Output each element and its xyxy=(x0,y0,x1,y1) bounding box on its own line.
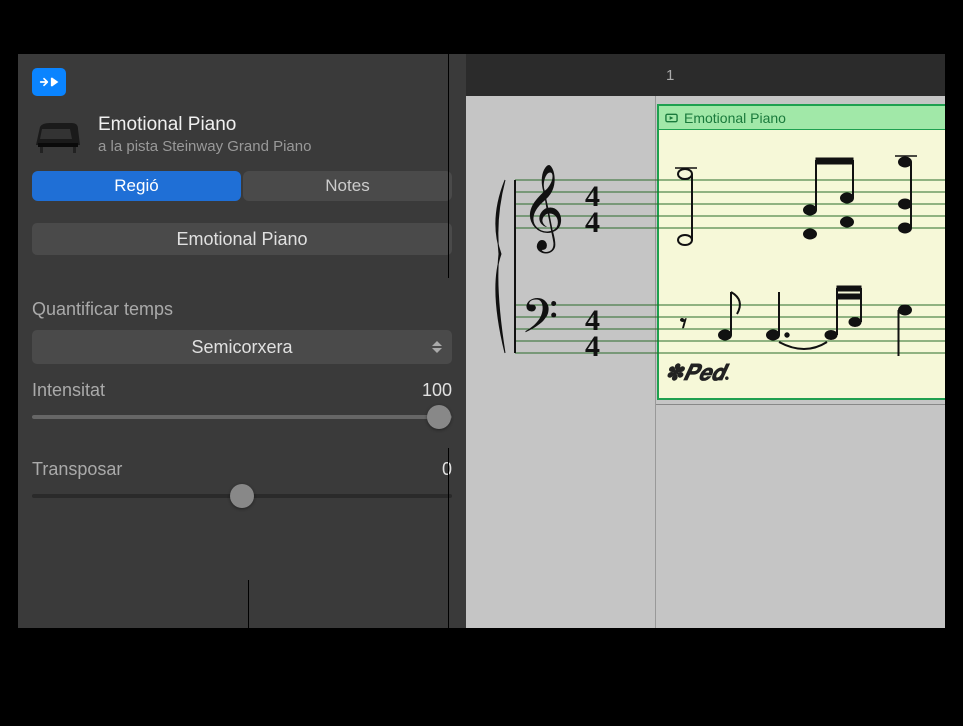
tab-notes[interactable]: Notes xyxy=(243,171,452,201)
region-header-row: Emotional Piano a la pista Steinway Gran… xyxy=(32,114,452,155)
callout-line-left xyxy=(248,580,249,726)
intensity-slider[interactable] xyxy=(32,415,452,419)
quantize-value: Semicorxera xyxy=(191,337,292,358)
loop-icon xyxy=(665,113,678,123)
ruler-bar-1: 1 xyxy=(666,67,674,84)
transpose-slider-knob[interactable] xyxy=(230,484,254,508)
score-region-area[interactable]: Emotional Piano xyxy=(656,96,945,628)
callout-line-right xyxy=(448,448,449,726)
svg-text:4: 4 xyxy=(585,206,600,239)
transpose-value[interactable]: 0 xyxy=(442,459,452,480)
tab-region[interactable]: Regió xyxy=(32,171,241,201)
transpose-row: Transposar 0 xyxy=(32,459,452,480)
callout-line-top xyxy=(448,0,449,278)
intensity-slider-knob[interactable] xyxy=(427,405,451,429)
chevrons-icon xyxy=(432,341,442,353)
quantize-label: Quantificar temps xyxy=(32,299,452,320)
region-subtitle: a la pista Steinway Grand Piano xyxy=(98,138,452,155)
svg-text:𝄾: 𝄾 xyxy=(680,309,687,338)
svg-text:4: 4 xyxy=(585,330,600,363)
intensity-row: Intensitat 100 xyxy=(32,380,452,401)
region-title: Emotional Piano xyxy=(98,114,452,136)
svg-text:𝄞: 𝄞 xyxy=(521,166,565,254)
region-clip-name: Emotional Piano xyxy=(684,110,786,126)
app-container: Emotional Piano a la pista Steinway Gran… xyxy=(18,54,945,628)
score-region-clip[interactable]: Emotional Piano xyxy=(657,104,945,400)
piano-thumbnail-icon xyxy=(32,115,84,155)
intensity-label: Intensitat xyxy=(32,380,105,401)
score-panel: 1 Emotional Piano xyxy=(466,54,945,628)
score-body: Emotional Piano xyxy=(466,96,945,628)
ruler[interactable]: 1 xyxy=(466,54,945,96)
pedal-marking: ✽𝑷𝒆𝒅. xyxy=(665,360,730,386)
tab-row: Regió Notes xyxy=(32,171,452,201)
catch-playhead-icon xyxy=(39,75,59,89)
catch-playhead-button[interactable] xyxy=(32,68,66,96)
transpose-label: Transposar xyxy=(32,459,122,480)
transpose-slider[interactable] xyxy=(32,494,452,498)
quantize-dropdown[interactable]: Semicorxera xyxy=(32,330,452,364)
region-clip-header[interactable]: Emotional Piano xyxy=(659,106,945,130)
region-name-field[interactable]: Emotional Piano xyxy=(32,223,452,255)
inspector-panel: Emotional Piano a la pista Steinway Gran… xyxy=(18,54,466,628)
intensity-value[interactable]: 100 xyxy=(422,380,452,401)
svg-text:𝄢: 𝄢 xyxy=(521,290,558,355)
